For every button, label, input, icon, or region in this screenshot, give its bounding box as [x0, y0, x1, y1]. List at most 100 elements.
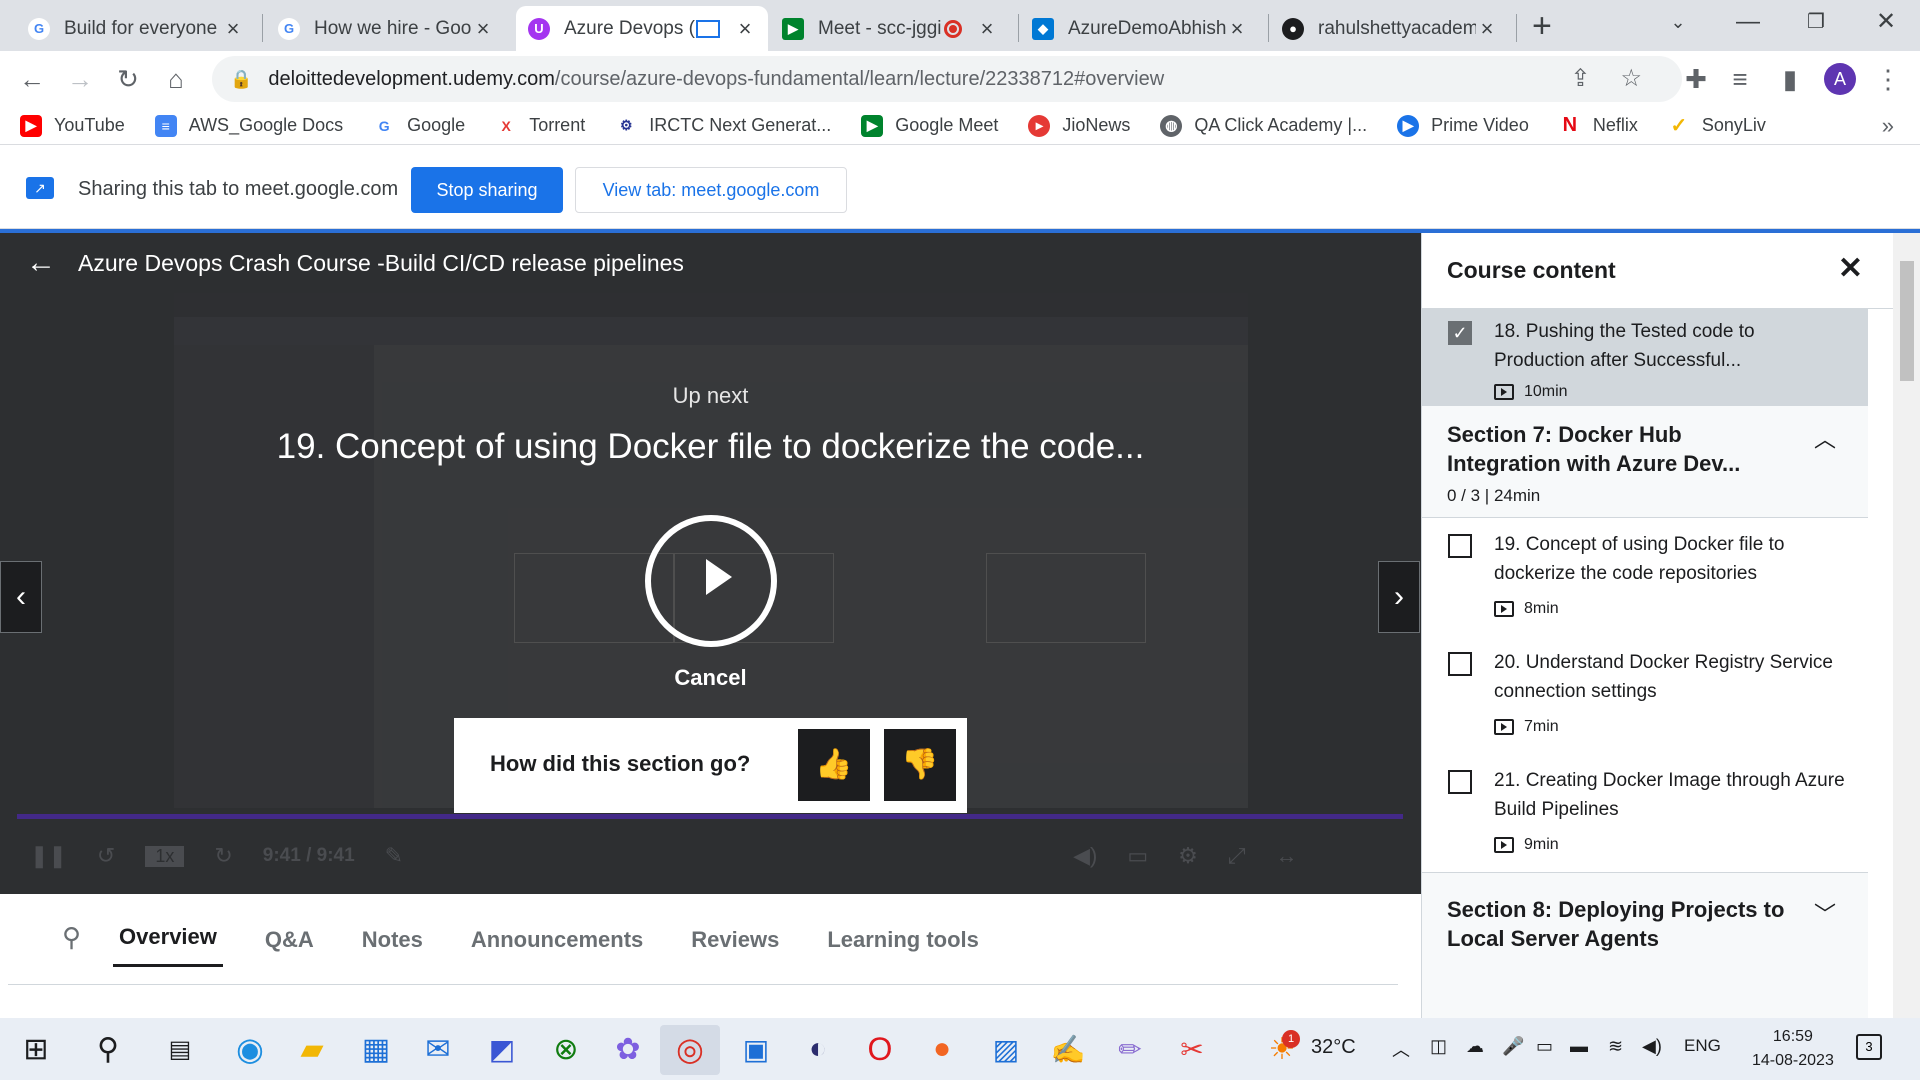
home-icon[interactable]: ⌂: [156, 59, 196, 99]
section-8-header[interactable]: Section 8: Deploying Projects to Local S…: [1422, 872, 1868, 1018]
bookmark-qa-click[interactable]: ◍ QA Click Academy |...: [1160, 114, 1367, 137]
language-indicator[interactable]: ENG: [1684, 1036, 1721, 1056]
mail-icon[interactable]: ✉: [418, 1030, 458, 1068]
close-icon[interactable]: ×: [472, 16, 494, 42]
bookmark-sonyliv[interactable]: ✓ SonyLiv: [1668, 115, 1765, 137]
bookmarks-overflow-icon[interactable]: »: [1882, 113, 1894, 139]
app-icon[interactable]: ◩: [482, 1030, 522, 1068]
back-arrow-icon[interactable]: ←: [12, 59, 52, 99]
display-icon[interactable]: ▭: [1536, 1036, 1553, 1057]
browser-tab-2[interactable]: G How we hire - Goo ×: [266, 6, 506, 51]
cancel-autoplay-button[interactable]: Cancel: [0, 665, 1421, 691]
chrome-icon[interactable]: ◎: [670, 1030, 710, 1068]
chevron-down-icon[interactable]: ﹀: [1814, 897, 1836, 929]
tab-search-chevron-icon[interactable]: ⌄: [1648, 2, 1708, 42]
forward-arrow-icon[interactable]: →: [60, 59, 100, 99]
rewind-icon[interactable]: ↺: [97, 843, 115, 869]
profile-avatar[interactable]: A: [1824, 63, 1856, 95]
microphone-icon[interactable]: 🎤: [1502, 1036, 1524, 1057]
new-tab-plus-icon[interactable]: +: [1532, 8, 1552, 44]
browser-tab-5[interactable]: ◆ AzureDemoAbhishe ×: [1020, 6, 1260, 51]
bookmark-star-icon[interactable]: ☆: [1620, 64, 1642, 93]
store-icon[interactable]: ▦: [356, 1030, 396, 1068]
expand-width-icon[interactable]: ↔: [1276, 843, 1298, 869]
browser-tab-1[interactable]: G Build for everyone ×: [16, 6, 256, 51]
fullscreen-icon[interactable]: ⤢: [1228, 843, 1246, 869]
task-view-icon[interactable]: ▤: [160, 1030, 200, 1068]
pause-icon[interactable]: ❚❚: [30, 843, 67, 869]
bookmark-netflix[interactable]: N Neflix: [1559, 114, 1638, 137]
window-close-icon[interactable]: ✕: [1856, 2, 1916, 42]
edge-icon[interactable]: ◉: [230, 1030, 270, 1068]
thumbs-up-icon[interactable]: 👍: [798, 729, 870, 801]
media-control-icon[interactable]: ≡: [1720, 59, 1760, 99]
bookmark-torrent[interactable]: X Torrent: [495, 115, 586, 137]
page-scrollbar-thumb[interactable]: [1900, 261, 1914, 381]
share-icon[interactable]: ⇪: [1570, 64, 1590, 93]
extensions-puzzle-icon[interactable]: ✚: [1676, 59, 1716, 99]
chevron-up-icon[interactable]: ︿: [1814, 422, 1836, 454]
bookmark-irctc[interactable]: ⚙ IRCTC Next Generat...: [615, 115, 831, 137]
remote-desktop-icon[interactable]: ▣: [736, 1030, 776, 1068]
browser-tab-3-active[interactable]: U Azure Devops ( ×: [516, 6, 768, 51]
forward-icon[interactable]: ↻: [214, 843, 232, 869]
section-7-header[interactable]: Section 7: Docker Hub Integration with A…: [1422, 406, 1868, 518]
lecture-item-21[interactable]: 21. Creating Docker Image through Azure …: [1422, 754, 1868, 872]
notifications-icon[interactable]: 3: [1856, 1034, 1882, 1060]
close-icon[interactable]: ✕: [1838, 251, 1863, 286]
onedrive-icon[interactable]: ☁: [1466, 1036, 1484, 1057]
captions-icon[interactable]: ▭: [1127, 843, 1148, 869]
lecture-item-20[interactable]: 20. Understand Docker Registry Service c…: [1422, 636, 1868, 754]
menu-kebab-icon[interactable]: ⋮: [1868, 59, 1908, 99]
bookmark-prime-video[interactable]: ▶ Prime Video: [1397, 114, 1529, 137]
view-tab-button[interactable]: View tab: meet.google.com: [575, 167, 847, 213]
snipping-tool-icon[interactable]: ✂: [1172, 1030, 1212, 1068]
tray-app-icon[interactable]: ◫: [1430, 1036, 1447, 1057]
bookmark-jionews[interactable]: ▸ JioNews: [1028, 114, 1130, 137]
system-clock[interactable]: 16:59 14-08-2023: [1752, 1025, 1834, 1073]
previous-lecture-button[interactable]: ‹: [0, 561, 42, 633]
side-panel-icon[interactable]: ▮: [1770, 59, 1810, 99]
photos-icon[interactable]: ▨: [986, 1030, 1026, 1068]
bookmark-youtube[interactable]: ▶ YouTube: [20, 114, 125, 137]
tab-qa[interactable]: Q&A: [259, 921, 320, 967]
xbox-icon[interactable]: ⊗: [546, 1030, 586, 1068]
close-icon[interactable]: ×: [976, 16, 998, 42]
restore-icon[interactable]: ❐: [1786, 2, 1846, 42]
search-icon[interactable]: ⚲: [56, 916, 87, 967]
search-icon[interactable]: ⚲: [88, 1030, 128, 1068]
windows-start-icon[interactable]: ⊞: [16, 1030, 56, 1068]
bookmark-google[interactable]: G Google: [373, 115, 466, 137]
eclipse-icon[interactable]: ◐: [798, 1030, 838, 1068]
volume-icon[interactable]: ◀): [1073, 843, 1097, 869]
close-icon[interactable]: ×: [222, 16, 244, 42]
notepad-icon[interactable]: ✍: [1048, 1030, 1088, 1068]
close-icon[interactable]: ×: [1226, 16, 1248, 42]
opera-icon[interactable]: O: [860, 1030, 900, 1068]
browser-tab-4[interactable]: ▶ Meet - scc-jggi ×: [770, 6, 1010, 51]
lecture-item-current[interactable]: ✓ 18. Pushing the Tested code to Product…: [1422, 309, 1868, 406]
tab-reviews[interactable]: Reviews: [685, 921, 785, 967]
page-scrollbar[interactable]: [1893, 233, 1920, 1018]
up-next-title[interactable]: 19. Concept of using Docker file to dock…: [0, 427, 1421, 467]
browser-tab-6[interactable]: ● rahulshettyacadem ×: [1270, 6, 1510, 51]
playback-speed-button[interactable]: 1x: [145, 845, 185, 867]
bookmark-google-meet[interactable]: ▶ Google Meet: [861, 114, 998, 137]
postman-icon[interactable]: ●: [922, 1030, 962, 1068]
volume-icon[interactable]: ◀): [1642, 1036, 1662, 1057]
transcript-icon[interactable]: ✎: [385, 843, 403, 869]
video-progress-bar[interactable]: [17, 814, 1403, 819]
minimize-icon[interactable]: —: [1718, 2, 1778, 42]
completed-checkbox[interactable]: ✓: [1448, 321, 1472, 345]
back-arrow-icon[interactable]: ←: [26, 246, 66, 280]
close-icon[interactable]: ×: [734, 16, 756, 42]
lecture-checkbox[interactable]: [1448, 652, 1472, 676]
tab-notes[interactable]: Notes: [356, 921, 429, 967]
stop-sharing-button[interactable]: Stop sharing: [411, 167, 563, 213]
lecture-checkbox[interactable]: [1448, 770, 1472, 794]
bookmark-aws-docs[interactable]: ≡ AWS_Google Docs: [154, 114, 343, 137]
wifi-icon[interactable]: ≋: [1608, 1036, 1623, 1057]
close-icon[interactable]: ×: [1476, 16, 1498, 42]
video-player[interactable]: ← Azure Devops Crash Course -Build CI/CD…: [0, 233, 1421, 894]
lecture-checkbox[interactable]: [1448, 534, 1472, 558]
